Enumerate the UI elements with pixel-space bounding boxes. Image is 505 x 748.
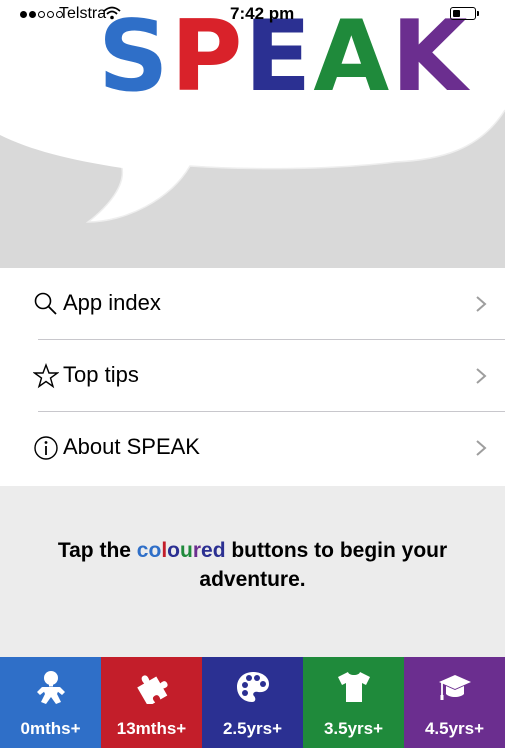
menu-item-label: Top tips: [63, 362, 139, 387]
battery-icon: [450, 7, 479, 20]
menu-item-top-tips[interactable]: Top tips: [0, 340, 505, 412]
search-icon: [34, 292, 57, 315]
menu-item-label: App index: [63, 290, 161, 315]
colored-letter: r: [192, 539, 201, 562]
palette-icon: [236, 672, 269, 702]
colored-letter: u: [179, 539, 193, 562]
tab-label: 0mths+: [20, 719, 81, 738]
colored-letter: c: [136, 539, 149, 562]
colored-letter: o: [167, 539, 180, 562]
colored-letter: o: [148, 539, 162, 562]
signal-strength-icon: [20, 11, 63, 18]
tab-3-5yrs[interactable]: 3.5yrs+: [303, 657, 404, 748]
chevron-right-icon: [476, 440, 487, 456]
colored-letter: e: [201, 539, 213, 562]
tab-label: 4.5yrs+: [424, 719, 485, 738]
age-tab-bar: 0mths+ 13mths+ 2.5yrs+ 3.5yrs+ 4.5yrs+: [0, 657, 505, 748]
tab-label: 3.5yrs+: [323, 719, 384, 738]
carrier-name: Telstra: [59, 5, 107, 22]
menu-item-app-index[interactable]: App index: [0, 268, 505, 340]
star-icon: [33, 363, 59, 389]
tab-label: 2.5yrs+: [222, 719, 283, 738]
chevron-right-icon: [476, 368, 487, 384]
tab-0mths[interactable]: 0mths+: [0, 657, 101, 748]
colored-letter: d: [212, 539, 226, 562]
menu-item-label: About SPEAK: [63, 434, 200, 459]
chevron-right-icon: [476, 296, 487, 312]
instruction-part: buttons to begin your adventure.: [199, 539, 448, 591]
instruction-part: Tap the: [57, 539, 137, 562]
status-time: 7:42 pm: [230, 4, 295, 23]
graduation-cap-icon: [438, 675, 471, 700]
wifi-icon: [103, 6, 121, 20]
tab-4-5yrs[interactable]: 4.5yrs+: [404, 657, 505, 748]
instruction-text: Tap the coloured buttons to begin your a…: [40, 536, 465, 594]
status-bar: Telstra 7:42 pm: [0, 0, 505, 30]
puzzle-icon: [136, 675, 168, 704]
main-menu: App index Top tips About SPEAK: [0, 268, 505, 484]
tab-2-5yrs[interactable]: 2.5yrs+: [202, 657, 303, 748]
instruction-panel: Tap the coloured buttons to begin your a…: [0, 486, 505, 657]
baby-icon: [36, 671, 65, 704]
app-header: SPEAK: [0, 0, 505, 268]
info-icon: [34, 436, 58, 460]
tab-label: 13mths+: [116, 719, 187, 738]
tab-13mths[interactable]: 13mths+: [101, 657, 202, 748]
menu-item-about-speak[interactable]: About SPEAK: [0, 412, 505, 484]
tshirt-icon: [337, 672, 370, 702]
